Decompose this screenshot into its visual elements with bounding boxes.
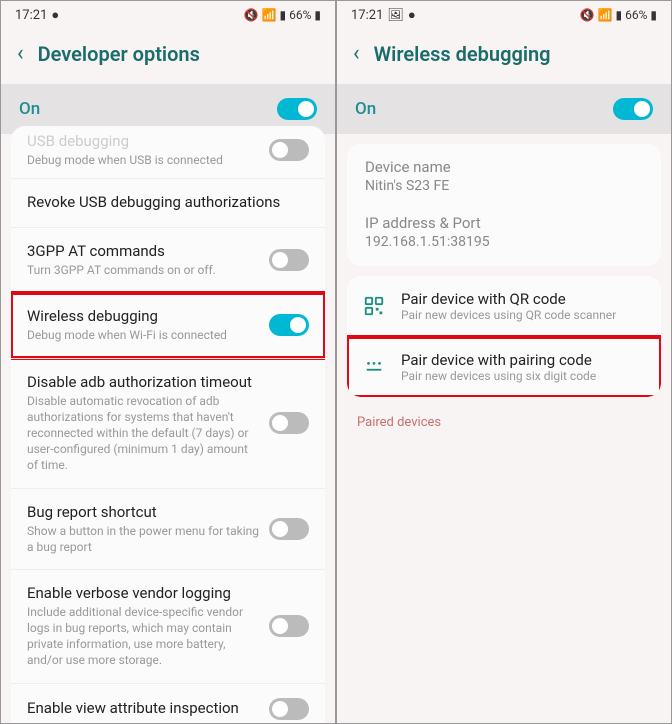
screen-wireless-debugging: 17:21 🖼 ● 🔇 📶 ▮ 66% ▮ ‹ Wireless debuggi… [336,0,672,724]
item-title: USB debugging [27,132,259,150]
settings-list: USB debugging Debug mode when USB is con… [11,126,325,724]
item-sub: Show a button in the power menu for taki… [27,523,259,555]
wifi-icon: 📶 [262,8,277,22]
disable-adb-toggle[interactable] [269,412,309,434]
item-title: Enable view attribute inspection [27,699,259,717]
verbose-toggle[interactable] [269,615,309,637]
verbose-logging-item[interactable]: Enable verbose vendor logging Include ad… [11,569,325,683]
master-toggle-label: On [355,99,376,119]
bug-report-shortcut-item[interactable]: Bug report shortcut Show a button in the… [11,488,325,569]
item-title: Bug report shortcut [27,503,259,521]
usb-debugging-toggle[interactable] [269,139,309,161]
viewattr-toggle[interactable] [269,698,309,720]
item-sub: Debug mode when USB is connected [27,152,259,168]
device-name-block: Device name Nitin's S23 FE [347,144,661,200]
signal-icon: ▮ [616,8,623,22]
master-toggle[interactable] [277,98,317,120]
bugreport-toggle[interactable] [269,518,309,540]
item-sub: Turn 3GPP AT commands on or off. [27,262,259,278]
pair-qr-sub: Pair new devices using QR code scanner [401,308,645,322]
header: ‹ Developer options [1,27,335,84]
signal-icon: ▮ [280,8,287,22]
statusbar-image-icon: 🖼 [387,8,404,23]
item-sub: Include additional device-specific vendo… [27,604,259,669]
back-icon[interactable]: ‹ [353,41,360,66]
statusbar: 17:21 ● 🔇 📶 ▮ 66% ▮ [1,1,335,27]
battery-icon: ▮ [650,8,657,22]
device-info-section: Device name Nitin's S23 FE IP address & … [347,144,661,266]
gpp-commands-item[interactable]: 3GPP AT commands Turn 3GPP AT commands o… [11,227,325,292]
device-name-value: Nitin's S23 FE [365,178,643,194]
header: ‹ Wireless debugging [337,27,671,84]
pair-qr-title: Pair device with QR code [401,290,645,308]
master-toggle-row[interactable]: On [337,84,671,134]
item-title: Disable adb authorization timeout [27,373,259,391]
item-title: Enable verbose vendor logging [27,584,259,602]
gpp-toggle[interactable] [269,249,309,271]
statusbar-dot-icon: ● [51,7,59,23]
item-title: Revoke USB debugging authorizations [27,193,299,211]
device-name-label: Device name [365,158,643,176]
wireless-debugging-toggle[interactable] [269,314,309,336]
statusbar: 17:21 🖼 ● 🔇 📶 ▮ 66% ▮ [337,1,671,27]
revoke-auth-item[interactable]: Revoke USB debugging authorizations [11,178,325,227]
statusbar-time: 17:21 [15,8,47,23]
disable-adb-timeout-item[interactable]: Disable adb authorization timeout Disabl… [11,358,325,488]
usb-debugging-item[interactable]: USB debugging Debug mode when USB is con… [11,126,325,178]
item-title: Wireless debugging [27,307,259,325]
item-sub: Disable automatic revocation of adb auth… [27,393,259,474]
back-icon[interactable]: ‹ [17,41,24,66]
item-title: 3GPP AT commands [27,242,259,260]
battery-percent: 66% [289,8,311,22]
mute-icon: 🔇 [244,8,259,22]
item-sub: Debug mode when Wi-Fi is connected [27,327,259,343]
pair-code-sub: Pair new devices using six digit code [401,369,645,383]
page-title: Developer options [38,42,200,66]
screen-developer-options: 17:21 ● 🔇 📶 ▮ 66% ▮ ‹ Developer options … [0,0,336,724]
statusbar-time: 17:21 [351,8,383,23]
paired-devices-label: Paired devices [337,407,671,438]
qr-icon [363,295,385,317]
statusbar-dot-icon: ● [408,7,416,23]
battery-icon: ▮ [314,8,321,22]
ip-port-label: IP address & Port [365,214,643,232]
ip-port-block: IP address & Port 192.168.1.51:38195 [347,200,661,266]
pair-qr-item[interactable]: Pair device with QR code Pair new device… [347,276,661,336]
pair-code-title: Pair device with pairing code [401,351,645,369]
page-title: Wireless debugging [374,42,551,66]
pair-code-item[interactable]: Pair device with pairing code Pair new d… [347,336,661,397]
master-toggle-label: On [19,99,40,119]
wireless-debugging-item[interactable]: Wireless debugging Debug mode when Wi-Fi… [11,292,325,357]
master-toggle[interactable] [613,98,653,120]
ip-port-value: 192.168.1.51:38195 [365,234,643,250]
battery-percent: 66% [625,8,647,22]
code-icon [363,356,385,378]
pairing-section: Pair device with QR code Pair new device… [347,276,661,397]
mute-icon: 🔇 [580,8,595,22]
view-attribute-item[interactable]: Enable view attribute inspection [11,683,325,724]
wifi-icon: 📶 [598,8,613,22]
